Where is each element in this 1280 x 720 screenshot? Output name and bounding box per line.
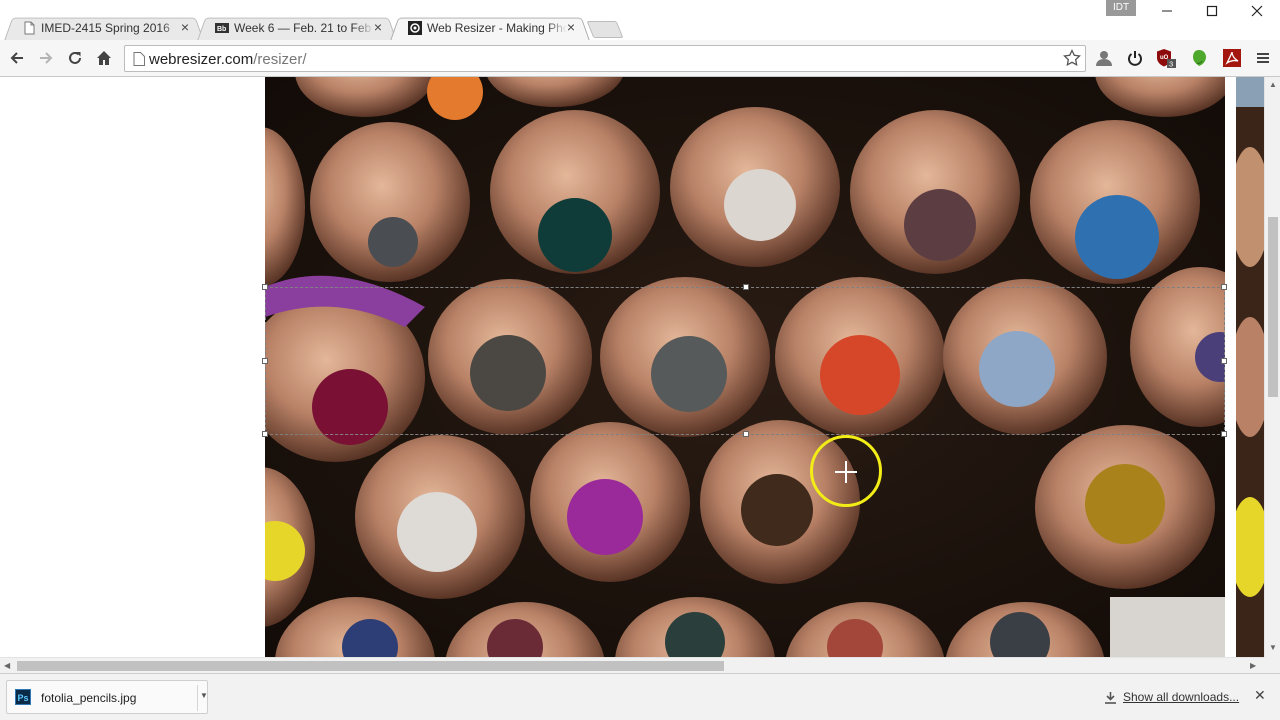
white-background — [1110, 597, 1225, 657]
close-window-button[interactable] — [1234, 0, 1280, 22]
download-filename: fotolia_pencils.jpg — [41, 691, 137, 705]
crop-handle-s[interactable] — [743, 431, 749, 437]
photoshop-icon: Ps — [15, 689, 31, 705]
scrollbar-thumb[interactable] — [17, 661, 724, 671]
page-icon — [133, 52, 145, 66]
divider — [197, 685, 198, 711]
pencil-tip — [904, 189, 976, 261]
acrobat-extension[interactable] — [1222, 48, 1242, 68]
crop-handle-ne[interactable] — [1221, 284, 1227, 290]
home-button[interactable] — [94, 48, 114, 68]
power-extension[interactable] — [1125, 48, 1145, 68]
pencil-tip — [741, 474, 813, 546]
close-icon[interactable]: ✕ — [1254, 687, 1266, 704]
crop-handle-n[interactable] — [743, 284, 749, 290]
pencil-tip — [397, 492, 477, 572]
chevron-down-icon[interactable]: ▼ — [200, 691, 208, 700]
maximize-icon — [1206, 5, 1218, 17]
power-icon — [1128, 51, 1142, 66]
browser-toolbar: webresizer.com/resizer/ uO 3 — [0, 40, 1280, 77]
crop-handle-nw[interactable] — [262, 284, 268, 290]
minimize-button[interactable] — [1144, 0, 1190, 22]
tab-title: Week 6 — Feb. 21 to Feb — [234, 21, 374, 35]
forward-arrow-icon — [40, 52, 53, 64]
back-button[interactable] — [7, 48, 27, 68]
tab-title: IMED-2415 Spring 2016 — [41, 21, 181, 35]
profile-extension[interactable] — [1094, 48, 1114, 68]
close-icon — [1251, 5, 1263, 17]
scrollbar-corner — [1264, 657, 1280, 673]
show-all-downloads[interactable]: Show all downloads... — [1104, 690, 1239, 704]
ublock-badge: 3 — [1169, 60, 1173, 69]
forward-button[interactable] — [36, 48, 56, 68]
crop-handle-sw[interactable] — [262, 431, 268, 437]
ublock-extension[interactable]: uO 3 — [1156, 48, 1176, 68]
crop-handle-se[interactable] — [1221, 431, 1227, 437]
back-arrow-icon — [10, 52, 23, 64]
pencil-tip — [567, 479, 643, 555]
hamburger-menu-icon — [1257, 53, 1269, 63]
download-item[interactable]: Ps fotolia_pencils.jpg ▼ — [6, 680, 208, 714]
close-icon[interactable]: × — [371, 20, 385, 34]
document-icon — [24, 21, 35, 35]
page-content: ▲ ▼ — [0, 77, 1280, 657]
star-icon[interactable] — [1063, 49, 1081, 67]
tab-web-resizer[interactable]: Web Resizer - Making Pho × — [390, 15, 590, 41]
pencils-photo-edge — [1236, 77, 1264, 657]
evernote-extension[interactable] — [1189, 48, 1209, 68]
pencil-tip — [538, 198, 612, 272]
horizontal-scrollbar[interactable]: ◀ ▶ — [0, 657, 1264, 673]
pencil-tip — [1075, 195, 1159, 279]
tab-imed-2415[interactable]: IMED-2415 Spring 2016 × — [4, 15, 204, 41]
webresizer-icon — [408, 21, 422, 35]
profile-icon — [1096, 51, 1112, 66]
close-icon[interactable]: × — [564, 20, 578, 34]
ublock-icon: uO 3 — [1157, 49, 1176, 69]
home-icon — [97, 51, 111, 65]
profile-badge[interactable]: IDT — [1106, 0, 1136, 16]
blackboard-icon: Bb — [215, 23, 229, 33]
tab-week-6[interactable]: Bb Week 6 — Feb. 21 to Feb × — [197, 15, 397, 41]
pencil-tip — [1085, 464, 1165, 544]
maximize-button[interactable] — [1189, 0, 1235, 22]
show-all-downloads-link[interactable]: Show all downloads... — [1123, 690, 1239, 704]
title-bar: IMED-2415 Spring 2016 × Bb Week 6 — Feb.… — [0, 0, 1280, 41]
svg-text:Bb: Bb — [217, 26, 226, 33]
acrobat-icon — [1223, 49, 1241, 67]
url-path: /resizer/ — [253, 51, 307, 68]
address-bar[interactable]: webresizer.com/resizer/ — [124, 45, 1086, 72]
scroll-up-icon[interactable]: ▲ — [1269, 80, 1277, 89]
url-text: webresizer.com/resizer/ — [149, 51, 307, 68]
vertical-scrollbar[interactable]: ▲ ▼ — [1264, 77, 1280, 657]
reload-button[interactable] — [65, 48, 85, 68]
close-icon[interactable]: × — [178, 20, 192, 34]
crop-selection[interactable] — [262, 284, 1227, 437]
reload-icon — [69, 51, 81, 64]
url-domain: webresizer.com — [149, 51, 254, 68]
minimize-icon — [1162, 10, 1172, 12]
scroll-left-icon[interactable]: ◀ — [4, 661, 10, 670]
new-tab-button[interactable] — [586, 21, 624, 38]
pencil-tip — [368, 217, 418, 267]
scroll-right-icon[interactable]: ▶ — [1250, 661, 1256, 670]
download-icon — [1105, 691, 1116, 704]
cursor-highlight — [810, 435, 882, 507]
scroll-down-icon[interactable]: ▼ — [1269, 643, 1277, 652]
download-shelf: Ps fotolia_pencils.jpg ▼ Show all downlo… — [0, 673, 1280, 720]
crop-handle-e[interactable] — [1221, 358, 1227, 364]
tab-title: Web Resizer - Making Pho — [427, 21, 567, 35]
menu-button[interactable] — [1253, 48, 1273, 68]
crop-handle-w[interactable] — [262, 358, 268, 364]
scrollbar-thumb[interactable] — [1268, 217, 1278, 397]
pencil-tip — [724, 169, 796, 241]
evernote-icon — [1193, 50, 1206, 66]
